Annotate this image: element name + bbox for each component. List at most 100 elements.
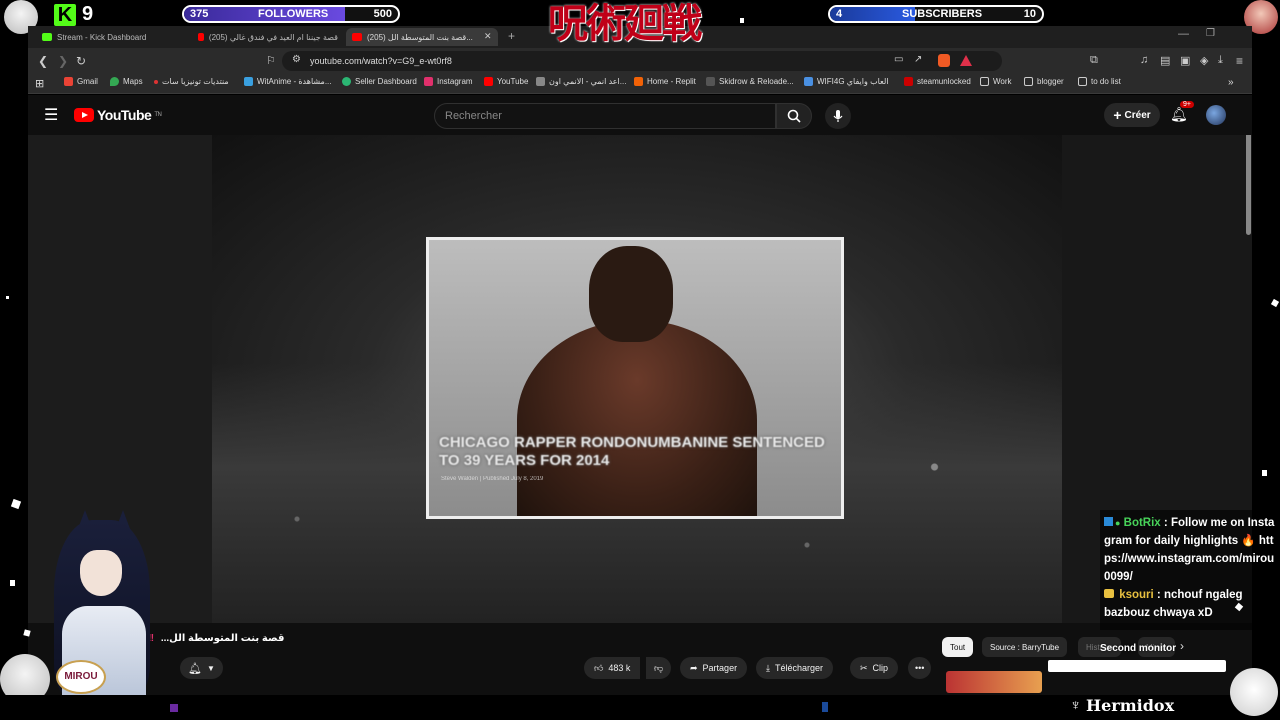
bookmark-label: to do list [1091,77,1121,86]
steamunlocked-icon [904,77,913,86]
tab-youtube-1[interactable]: (205) قصة جيننا ام العيد في فندق غالي [192,28,344,46]
window-minimize-icon[interactable]: — [1178,28,1189,40]
bookmark-folder-work[interactable]: Work [980,77,1012,86]
chip-source[interactable]: Source : BarryTube [982,637,1068,657]
brave-rewards-icon[interactable] [960,55,972,66]
new-tab-icon[interactable]: + [508,29,515,43]
account-avatar[interactable] [1206,105,1226,125]
chip-all[interactable]: Tout [942,637,974,657]
chat-separator: : [1163,517,1171,529]
youtube-logo[interactable]: YouTube TN [74,107,162,123]
bookmark-maps[interactable]: Maps [110,77,143,86]
bell-icon: 🔔︎ [188,662,202,675]
extensions-icon[interactable]: ⧉ [1090,54,1098,67]
hamburger-menu-icon[interactable]: ☰ [44,105,58,125]
bookmark-folder-blogger[interactable]: blogger [1024,77,1064,86]
share-button[interactable]: ➦ Partager [680,657,748,679]
instagram-icon [424,77,433,86]
search-placeholder: Rechercher [445,110,502,122]
bookmark-label: WitAnime - مشاهدة... [257,77,332,86]
tab-label: Stream - Kick Dashboard [57,32,147,42]
subscribe-bell-button[interactable]: 🔔︎ ▼ [180,657,223,679]
person-head [589,246,673,342]
more-actions-button[interactable]: ••• [908,657,932,679]
notifications-bell-icon[interactable]: 🔔︎ [1170,106,1188,123]
brave-shield-icon[interactable] [938,54,950,67]
bookmark-instagram[interactable]: Instagram [424,77,473,86]
bookmark-wifi4g[interactable]: WIFI4G العاب وايفاي [804,77,889,86]
bookmark-gmail[interactable]: Gmail [64,77,98,86]
chevron-down-icon: ▼ [206,663,215,673]
search-input[interactable]: Rechercher [434,103,776,129]
bookmark-anime-site[interactable]: اعد انمي - الانمي اون... [536,77,626,86]
bookmark-tunisia-sat[interactable]: منتديات تونيزيا سات [154,77,229,86]
bookmark-youtube[interactable]: YouTube [484,77,528,86]
forum-icon [154,79,158,84]
vpn-icon[interactable]: ◈ [1200,54,1208,67]
window-restore-icon[interactable]: ❐ [1206,28,1215,39]
forward-icon[interactable]: ❯ [58,54,68,68]
verified-icon: ● [1115,518,1121,528]
chevron-right-icon[interactable]: › [1180,639,1184,653]
bookmarks-bar: ⊞ Gmail Maps منتديات تونيزيا سات WitAnim… [28,74,1252,94]
sidebar-icon[interactable]: ▤ [1160,54,1170,67]
scissors-icon: ✂ [860,662,868,673]
witanime-icon [244,77,253,86]
stream-chat-overlay: ● BotRix : Follow me on Instagram for da… [1100,510,1280,630]
tab-close-icon[interactable]: ✕ [484,31,492,42]
bookmark-icon[interactable]: ⚐ [266,54,276,67]
youtube-play-icon [74,108,94,122]
chat-username: ksouri [1119,589,1154,601]
apps-grid-icon[interactable]: ⊞ [35,77,44,90]
create-button[interactable]: + Créer [1104,103,1160,127]
download-icon: ⤓ [766,662,770,673]
video-title-text: قصة بنت المتوسطة الل... [160,633,285,644]
search-button[interactable] [776,103,812,129]
tab-youtube-active[interactable]: (205) قصة بنت المتوسطة الل... [346,28,498,46]
music-icon[interactable]: ♫ [1140,54,1148,66]
bookmark-label: Skidrow & Reloade... [719,77,794,86]
dislike-button[interactable]: 👎︎ [646,657,672,679]
share-arrow-icon: ➦ [690,662,698,673]
anime-site-icon [536,77,545,86]
voice-search-button[interactable] [825,103,851,129]
downloads-icon[interactable]: ⤓ [1218,54,1223,67]
bookmark-seller-dashboard[interactable]: Seller Dashboard [342,77,417,86]
bookmark-replit[interactable]: Home - Replit [634,77,696,86]
bookmark-label: Gmail [77,77,98,86]
bookmark-label: منتديات تونيزيا سات [162,77,229,86]
bookmark-witanime[interactable]: WitAnime - مشاهدة... [244,77,331,86]
recommended-thumbnail[interactable] [946,671,1042,693]
tab-kick-dashboard[interactable]: Stream - Kick Dashboard [36,28,186,46]
like-button[interactable]: 👍︎ 483 k [584,657,641,679]
youtube-region-code: TN [154,112,162,118]
bookmark-folder-todo[interactable]: to do list [1078,77,1121,86]
clip-button[interactable]: ✂ Clip [850,657,899,679]
share-icon[interactable]: ↗ [914,54,922,65]
bookmark-skidrow[interactable]: Skidrow & Reloade... [706,77,794,86]
site-info-icon[interactable]: ⚙ [292,54,301,65]
menu-icon[interactable]: ≡ [1236,54,1243,68]
hermidox-brand: Hermidox [1086,696,1175,715]
bookmark-label: WIFI4G العاب وايفاي [817,77,889,86]
wallet-icon[interactable]: ▣ [1180,54,1190,67]
youtube-header: ☰ YouTube TN Rechercher + Créer 🔔︎ 9+ [28,95,1252,135]
mirou-badge: MIROU [56,660,106,694]
cast-icon[interactable]: ▭ [894,54,903,65]
second-monitor-bar [1048,660,1226,672]
chat-message: ksouri : nchouf ngaleg bazbouz chwaya xD [1104,586,1276,622]
reload-icon[interactable]: ↻ [76,54,86,68]
download-button[interactable]: ⤓ Télécharger [756,657,834,679]
folder-icon [1078,77,1087,86]
particle [1270,298,1280,308]
clip-label: Clip [872,663,889,673]
more-bookmarks-icon[interactable]: » [1228,77,1234,88]
scrollbar-thumb[interactable] [1246,135,1251,235]
thumbs-up-icon: 👍︎ [594,662,604,673]
back-icon[interactable]: ❮ [38,54,48,68]
second-monitor-label: Second monitor [1100,643,1177,654]
browser-address-bar: ❮ ❯ ↻ ⚐ youtube.com/watch?v=G9_e-wt0rf8 … [28,48,1252,74]
video-player[interactable]: CHICAGO RAPPER RONDONUMBANINE SENTENCED … [212,135,1062,623]
microphone-icon [833,110,843,122]
bookmark-steamunlocked[interactable]: steamunlocked [904,77,971,86]
